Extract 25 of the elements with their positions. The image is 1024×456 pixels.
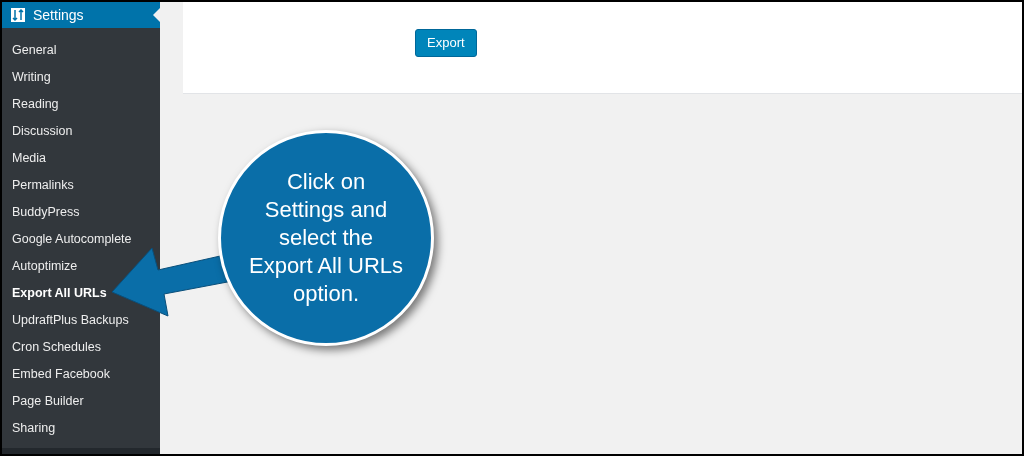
callout-text: option. — [292, 280, 360, 308]
export-button[interactable]: Export — [415, 29, 477, 57]
submenu-item[interactable]: Google Autocomplete — [12, 226, 132, 253]
menu-header-label: Settings — [33, 5, 84, 25]
callout-text: Export All URLs — [248, 252, 404, 280]
current-pointer-icon — [153, 8, 160, 22]
submenu-item[interactable]: Autoptimize — [12, 253, 78, 280]
submenu-item[interactable]: Media — [12, 145, 47, 172]
submenu-item[interactable]: Writing — [12, 64, 51, 91]
submenu-item[interactable]: Reading — [12, 91, 59, 118]
submenu-item[interactable]: Permalinks — [12, 172, 74, 199]
submenu-item[interactable]: Sharing — [12, 415, 56, 442]
submenu-item[interactable]: General — [12, 37, 57, 64]
submenu-item[interactable]: Export All URLs — [12, 280, 107, 307]
callout-text: select the — [278, 224, 374, 252]
callout-text: Settings and — [264, 196, 388, 224]
submenu-item[interactable]: Embed Facebook — [12, 361, 110, 388]
settings-menu-header[interactable]: Settings — [2, 2, 160, 28]
callout-text: Click on — [286, 168, 366, 196]
submenu-item[interactable]: UpdraftPlus Backups — [12, 307, 129, 334]
sliders-icon — [11, 8, 25, 22]
submenu-item[interactable]: BuddyPress — [12, 199, 80, 226]
submenu-item[interactable]: Page Builder — [12, 388, 84, 415]
submenu-item[interactable]: Cron Schedules — [12, 334, 101, 361]
submenu-item[interactable]: Discussion — [12, 118, 73, 145]
